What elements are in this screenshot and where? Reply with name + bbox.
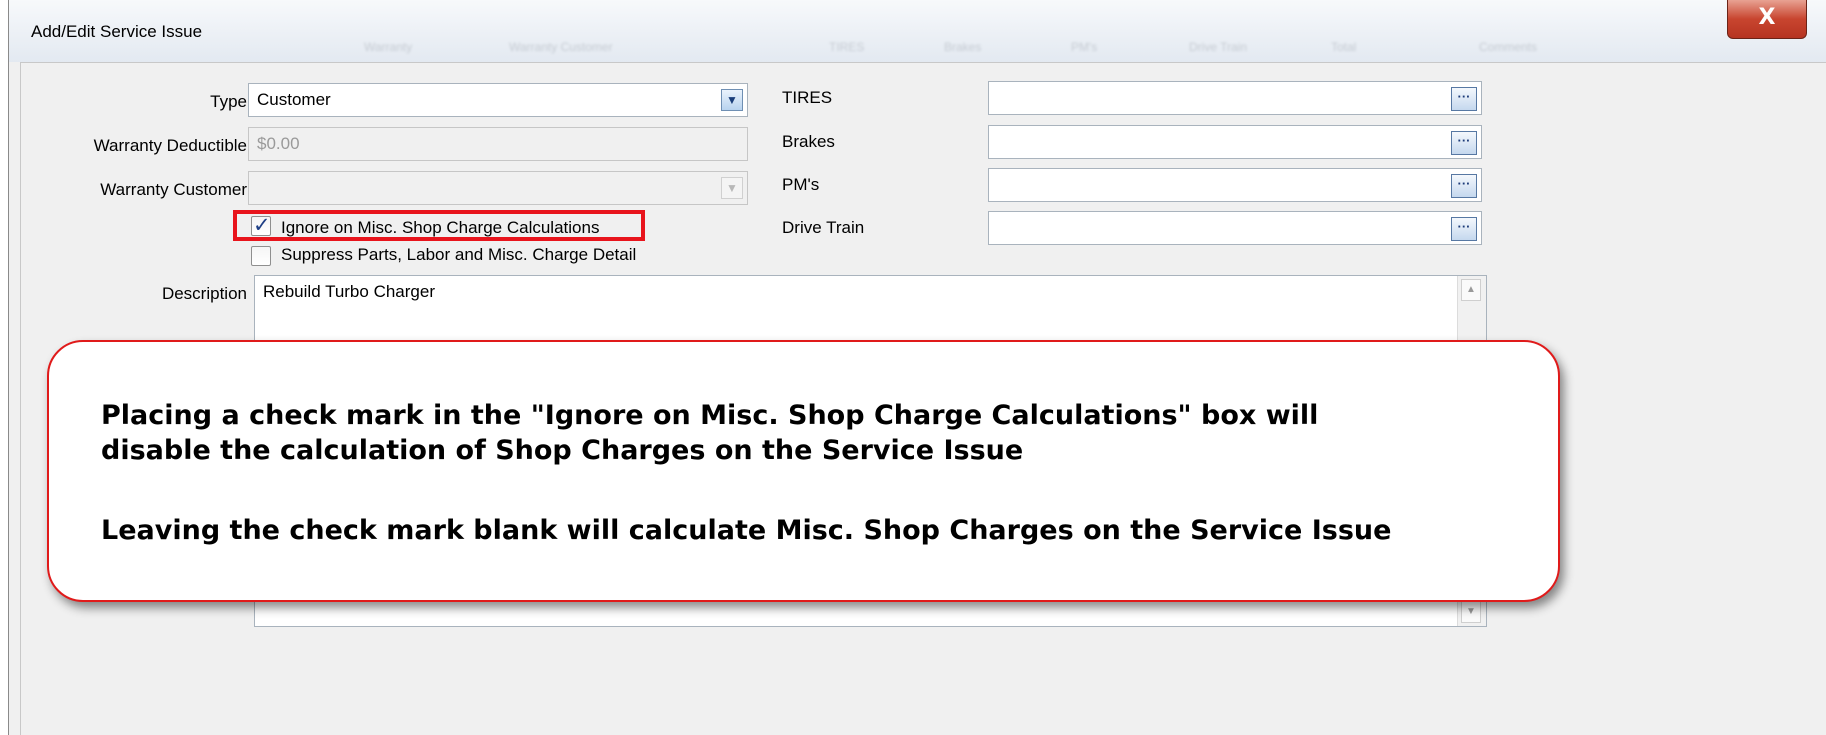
close-icon: X <box>1758 5 1776 30</box>
highlight-box <box>233 210 645 241</box>
suppress-detail-label[interactable]: Suppress Parts, Labor and Misc. Charge D… <box>281 245 636 265</box>
warranty-deductible-label: Warranty Deductible <box>93 136 247 155</box>
callout-line-2: disable the calculation of Shop Charges … <box>101 435 1024 466</box>
chevron-down-icon: ▼ <box>721 177 743 199</box>
drive-train-field[interactable]: ··· <box>988 211 1482 245</box>
background-tab-label: Warranty <box>364 40 413 54</box>
ellipsis-icon[interactable]: ··· <box>1451 87 1477 111</box>
background-tab-label: Brakes <box>944 40 982 54</box>
callout-line-3: Leaving the check mark blank will calcul… <box>101 515 1392 546</box>
close-button[interactable]: X <box>1727 0 1807 39</box>
scroll-up-icon[interactable]: ▲ <box>1461 279 1481 301</box>
ellipsis-icon[interactable]: ··· <box>1451 217 1477 241</box>
background-tab-label: TIRES <box>829 40 865 54</box>
tires-label: TIRES <box>782 88 833 107</box>
ellipsis-icon[interactable]: ··· <box>1451 131 1477 155</box>
callout-line-1: Placing a check mark in the "Ignore on M… <box>101 400 1319 431</box>
pms-field[interactable]: ··· <box>988 168 1482 202</box>
drive-train-label: Drive Train <box>782 218 865 237</box>
pms-label: PM's <box>782 175 820 194</box>
chevron-down-icon[interactable]: ▼ <box>721 89 743 111</box>
background-tab-label: Comments <box>1479 40 1538 54</box>
background-tab-label: PM's <box>1071 40 1098 54</box>
type-value: Customer <box>257 90 331 109</box>
warranty-deductible-value: $0.00 <box>257 134 300 153</box>
description-label: Description <box>161 284 247 303</box>
dialog-window: Add/Edit Service Issue Warranty Warranty… <box>8 0 1826 735</box>
description-value: Rebuild Turbo Charger <box>263 282 435 301</box>
background-tab-label: Total <box>1331 40 1357 54</box>
type-dropdown[interactable]: Customer ▼ <box>248 83 748 117</box>
warranty-customer-label: Warranty Customer <box>100 180 247 199</box>
tires-field[interactable]: ··· <box>988 81 1482 115</box>
background-tab-label: Drive Train <box>1189 40 1248 54</box>
background-tab-label: Warranty Customer <box>509 40 613 54</box>
scroll-down-icon[interactable]: ▼ <box>1461 601 1481 623</box>
warranty-customer-dropdown: ▼ <box>248 171 748 205</box>
ellipsis-icon[interactable]: ··· <box>1451 174 1477 198</box>
brakes-label: Brakes <box>782 132 835 151</box>
suppress-detail-checkbox[interactable] <box>251 246 271 266</box>
title-bar[interactable]: Add/Edit Service Issue Warranty Warranty… <box>9 0 1826 62</box>
type-label: Type <box>210 92 247 111</box>
window-title: Add/Edit Service Issue <box>31 22 203 41</box>
brakes-field[interactable]: ··· <box>988 125 1482 159</box>
warranty-deductible-field: $0.00 <box>248 127 748 161</box>
callout-annotation: Placing a check mark in the "Ignore on M… <box>47 340 1560 602</box>
